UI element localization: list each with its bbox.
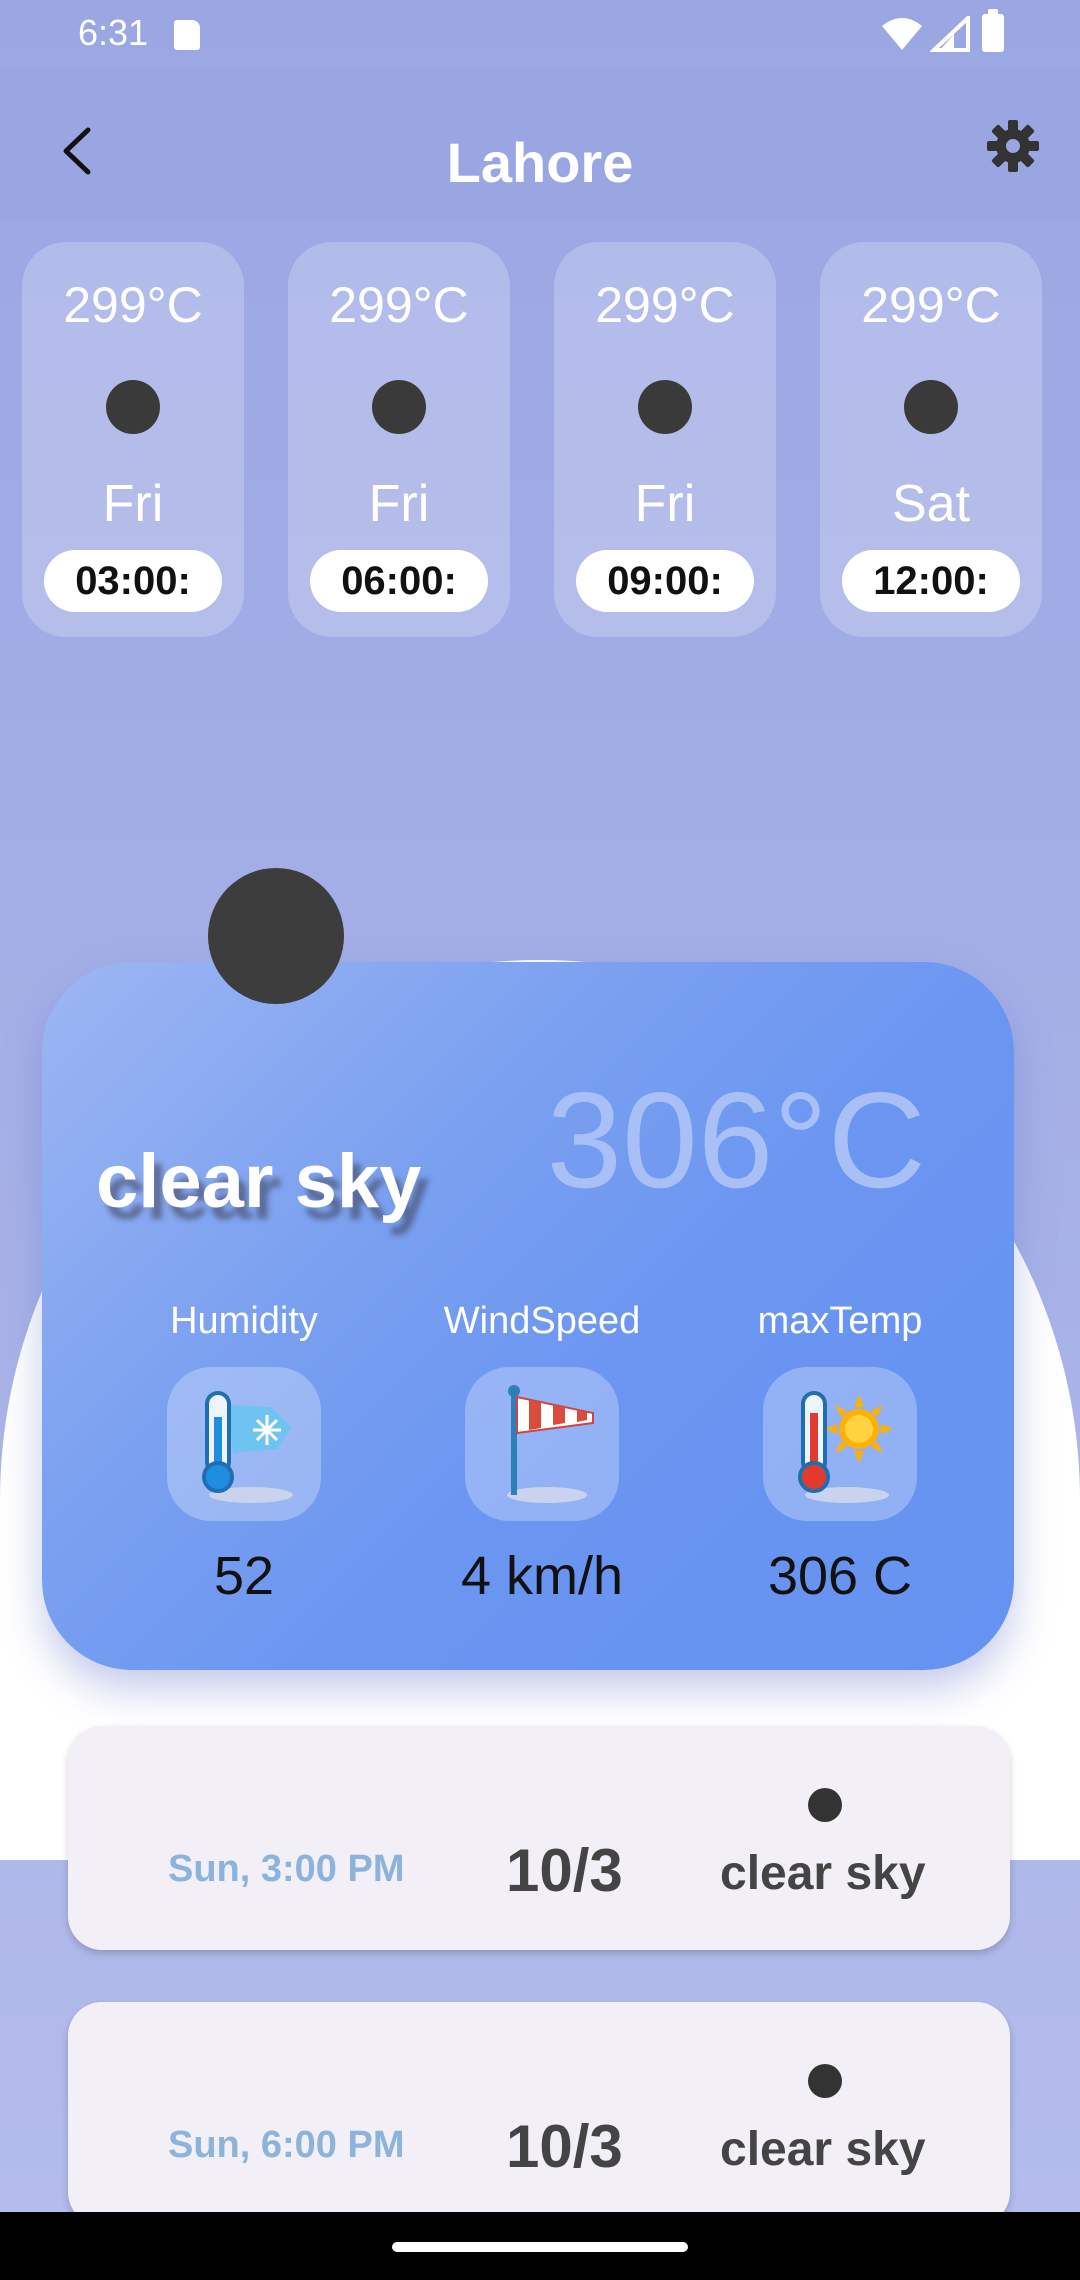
list-item[interactable]: Sun, 3:00 PM 10/3 clear sky: [68, 1726, 1010, 1950]
hourly-time: 06:00:: [310, 550, 488, 612]
forecast-date: Sun, 3:00 PM: [168, 1848, 405, 1890]
humidity-stat: Humidity 52: [94, 1300, 394, 1607]
weather-icon: [106, 380, 160, 434]
page-title: Lahore: [446, 131, 634, 194]
list-item[interactable]: Sun, 6:00 PM 10/3 clear sky: [68, 2002, 1010, 2226]
weather-icon: [638, 380, 692, 434]
hourly-time: 12:00:: [842, 550, 1020, 612]
status-time: 6:31: [78, 12, 149, 53]
hourly-card[interactable]: 299°C Sat 12:00:: [820, 242, 1042, 637]
stat-label: Humidity: [170, 1300, 318, 1342]
gear-icon[interactable]: [985, 118, 1041, 174]
home-gesture-handle[interactable]: [392, 2242, 688, 2252]
signal-icon: [930, 16, 970, 52]
forecast-value: 10/3: [506, 1837, 623, 1904]
maxtemp-stat: maxTemp 306 C: [690, 1300, 990, 1607]
status-bar: 6:31: [0, 0, 1080, 70]
forecast-description: clear sky: [720, 2123, 926, 2176]
hourly-time: 03:00:: [44, 550, 222, 612]
weather-icon: [808, 2064, 842, 2098]
hourly-temp: 299°C: [595, 277, 735, 333]
hourly-time: 09:00:: [576, 550, 754, 612]
wifi-icon: [882, 18, 922, 50]
windspeed-stat: WindSpeed 4 km/h: [392, 1300, 692, 1607]
hourly-card[interactable]: 299°C Fri 09:00:: [554, 242, 776, 637]
stat-label: WindSpeed: [443, 1300, 641, 1342]
hourly-temp: 299°C: [63, 277, 203, 333]
windspeed-value: 4 km/h: [460, 1546, 624, 1606]
humidity-value: 52: [213, 1546, 275, 1606]
windsock-icon: [465, 1367, 619, 1521]
weather-icon: [808, 1788, 842, 1822]
maxtemp-value: 306 C: [767, 1546, 913, 1606]
forecast-description: clear sky: [720, 1847, 926, 1900]
hourly-day: Sat: [891, 475, 971, 533]
weather-icon: [372, 380, 426, 434]
hourly-card[interactable]: 299°C Fri 06:00:: [288, 242, 510, 637]
humidity-thermometer-icon: [167, 1367, 321, 1521]
hourly-day: Fri: [634, 475, 696, 533]
stat-label: maxTemp: [757, 1300, 923, 1342]
battery-icon: [982, 9, 1004, 52]
weather-icon: [904, 380, 958, 434]
current-description: clear sky: [96, 1139, 422, 1224]
navigation-bar: [0, 2212, 1080, 2280]
hourly-temp: 299°C: [861, 277, 1001, 333]
hourly-forecast-strip[interactable]: 299°C Fri 03:00: 299°C Fri 06:00: 299°C …: [22, 242, 1080, 642]
current-weather-card: 306°C clear sky Humidity 52 WindSpeed 4 …: [42, 962, 1014, 1670]
hourly-day: Fri: [102, 475, 164, 533]
forecast-value: 10/3: [506, 2113, 623, 2180]
hourly-day: Fri: [368, 475, 430, 533]
current-temp: 306°C: [546, 1064, 926, 1216]
app-bar: Lahore: [0, 70, 1080, 220]
hourly-card[interactable]: 299°C Fri 03:00:: [22, 242, 244, 637]
forecast-date: Sun, 6:00 PM: [168, 2124, 405, 2166]
sd-card-icon: [174, 20, 200, 50]
thermometer-sun-icon: [763, 1367, 917, 1521]
hourly-temp: 299°C: [329, 277, 469, 333]
current-weather-icon: [208, 868, 344, 1004]
